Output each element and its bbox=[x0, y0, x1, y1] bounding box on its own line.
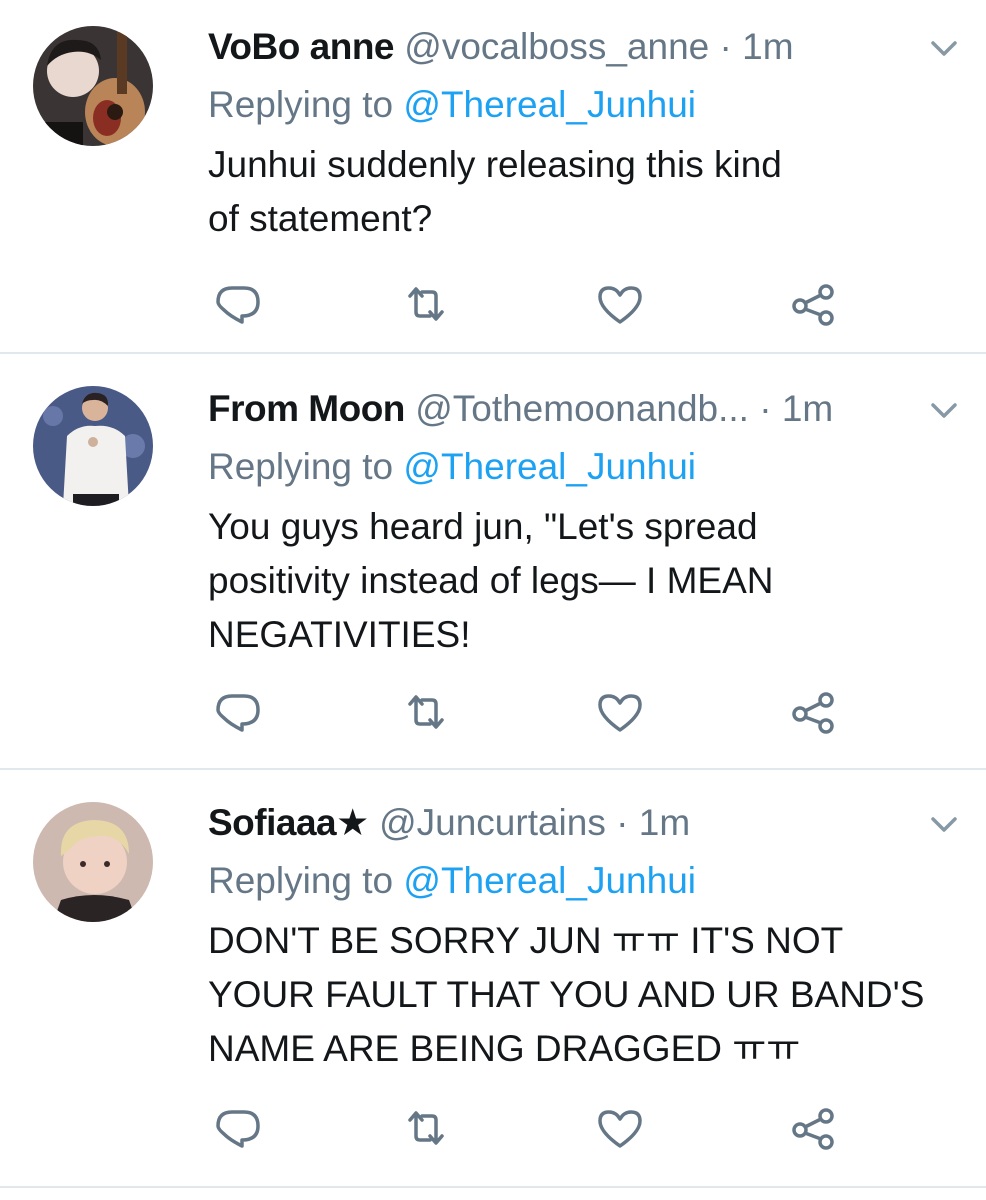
timestamp[interactable]: 1m bbox=[742, 26, 793, 67]
user-handle[interactable]: @vocalboss_anne bbox=[404, 26, 709, 67]
avatar[interactable] bbox=[33, 26, 153, 146]
share-icon[interactable] bbox=[786, 684, 842, 740]
chevron-down-icon[interactable] bbox=[924, 28, 964, 68]
avatar-person-white-shirt-icon bbox=[33, 386, 153, 506]
tweet-actions bbox=[208, 276, 868, 336]
replying-to-label: Replying to bbox=[208, 860, 394, 901]
separator-dot: · bbox=[759, 388, 772, 429]
retweet-icon[interactable] bbox=[398, 276, 454, 332]
like-icon[interactable] bbox=[592, 276, 648, 332]
tweet[interactable]: VoBo anne @vocalboss_anne · 1m Replying … bbox=[0, 0, 986, 354]
avatar-guitar-person-icon bbox=[33, 26, 153, 146]
share-icon[interactable] bbox=[786, 276, 842, 332]
tweet-text: Junhui suddenly releasing this kind of s… bbox=[208, 144, 782, 239]
tweet-text: DON'T BE SORRY JUN ㅠㅠ IT'S NOT YOUR FAUL… bbox=[208, 920, 925, 1069]
tweet[interactable]: Sofiaaa★ @Juncurtains · 1m Replying to @… bbox=[0, 770, 986, 1186]
tweet-actions bbox=[208, 684, 868, 744]
display-name[interactable]: From Moon bbox=[208, 388, 405, 429]
replying-to: Replying to @Thereal_Junhui bbox=[208, 80, 696, 130]
tweet-content: VoBo anne @vocalboss_anne · 1m Replying … bbox=[208, 22, 957, 332]
chevron-down-icon[interactable] bbox=[924, 804, 964, 844]
like-icon[interactable] bbox=[592, 1100, 648, 1156]
display-name[interactable]: Sofiaaa★ bbox=[208, 802, 369, 843]
tweet-text: You guys heard jun, "Let's spread positi… bbox=[208, 506, 774, 655]
reply-icon[interactable] bbox=[210, 1100, 266, 1156]
avatar[interactable] bbox=[33, 802, 153, 922]
display-name[interactable]: VoBo anne bbox=[208, 26, 395, 67]
chevron-down-icon[interactable] bbox=[924, 390, 964, 430]
replying-to-label: Replying to bbox=[208, 446, 394, 487]
tweet-content: Sofiaaa★ @Juncurtains · 1m Replying to @… bbox=[208, 798, 957, 1168]
replying-to-mention[interactable]: @Thereal_Junhui bbox=[403, 446, 696, 487]
separator-dot: · bbox=[719, 26, 732, 67]
replying-to: Replying to @Thereal_Junhui bbox=[208, 856, 696, 906]
avatar[interactable] bbox=[33, 386, 153, 506]
timestamp[interactable]: 1m bbox=[639, 802, 690, 843]
replying-to-label: Replying to bbox=[208, 84, 394, 125]
reply-icon[interactable] bbox=[210, 276, 266, 332]
separator-dot: · bbox=[616, 802, 629, 843]
replying-to-mention[interactable]: @Thereal_Junhui bbox=[403, 860, 696, 901]
retweet-icon[interactable] bbox=[398, 1100, 454, 1156]
retweet-icon[interactable] bbox=[398, 684, 454, 740]
replying-to-mention[interactable]: @Thereal_Junhui bbox=[403, 84, 696, 125]
tweet-feed: VoBo anne @vocalboss_anne · 1m Replying … bbox=[0, 0, 986, 1200]
tweet-header: From Moon @Tothemoonandb... · 1m bbox=[208, 384, 908, 434]
tweet-content: From Moon @Tothemoonandb... · 1m Replyin… bbox=[208, 384, 957, 744]
user-handle[interactable]: @Juncurtains bbox=[379, 802, 606, 843]
tweet-header: VoBo anne @vocalboss_anne · 1m bbox=[208, 22, 908, 72]
timestamp[interactable]: 1m bbox=[782, 388, 833, 429]
tweet-header: Sofiaaa★ @Juncurtains · 1m bbox=[208, 798, 908, 848]
tweet-actions bbox=[208, 1100, 868, 1160]
like-icon[interactable] bbox=[592, 684, 648, 740]
tweet[interactable]: From Moon @Tothemoonandb... · 1m Replyin… bbox=[0, 354, 986, 768]
share-icon[interactable] bbox=[786, 1100, 842, 1156]
divider bbox=[0, 1186, 986, 1188]
reply-icon[interactable] bbox=[210, 684, 266, 740]
replying-to: Replying to @Thereal_Junhui bbox=[208, 442, 696, 492]
avatar-blonde-person-icon bbox=[33, 802, 153, 922]
user-handle[interactable]: @Tothemoonandb... bbox=[415, 388, 749, 429]
